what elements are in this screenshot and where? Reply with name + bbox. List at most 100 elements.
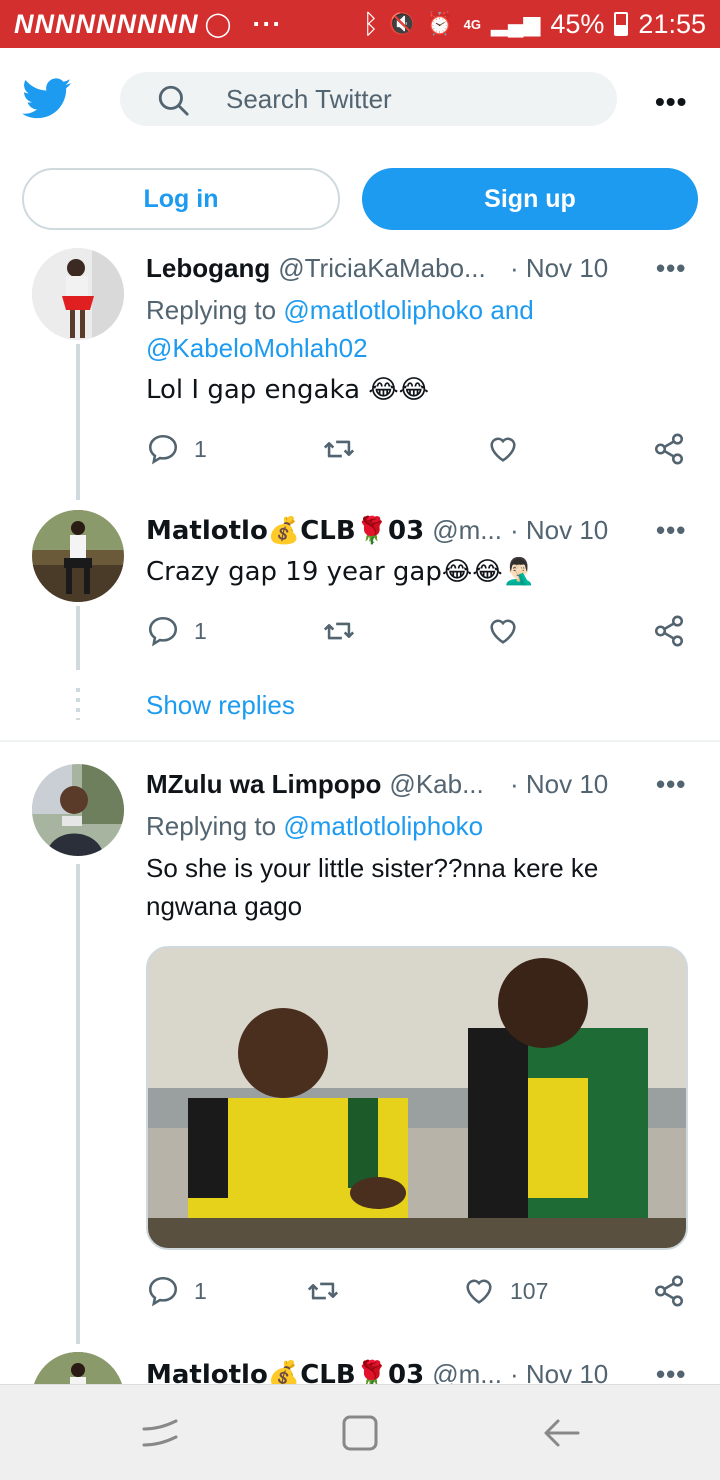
recent-apps-icon[interactable] [140, 1415, 180, 1451]
replying-prefix: Replying to [146, 295, 277, 325]
display-name[interactable]: Matlotlo💰CLB🌹03 [146, 1360, 424, 1385]
tweet-date[interactable]: · Nov 10 [510, 1359, 608, 1384]
reply-count: 1 [194, 1277, 207, 1304]
back-icon[interactable] [542, 1415, 582, 1451]
tweet-date[interactable]: · Nov 10 [510, 253, 608, 284]
heart-icon [490, 619, 516, 644]
replying-to: Replying to @matlotloliphoko and @Kabelo… [146, 291, 686, 367]
tweet-actions: 1 [146, 614, 706, 654]
more-icon[interactable]: ••• [656, 515, 686, 546]
reply-icon [148, 616, 178, 647]
share-button[interactable] [652, 614, 686, 648]
heart-icon [466, 1279, 492, 1304]
tweet-date[interactable]: · Nov 10 [510, 769, 608, 800]
share-button[interactable] [652, 1274, 686, 1308]
notification-letters: NNNNNNNNN [14, 8, 199, 39]
divider [0, 740, 720, 742]
thread-line [76, 864, 80, 1344]
notification-icons: NNNNNNNNN ◯ ··· [14, 9, 363, 40]
like-button[interactable] [486, 614, 520, 648]
auth-bar: Log in Sign up [0, 168, 720, 230]
like-button[interactable]: 107 [462, 1274, 548, 1308]
avatar[interactable] [32, 1352, 124, 1384]
tweet[interactable]: Matlotlo💰CLB🌹03 @m... · Nov 10 ••• [0, 1352, 720, 1384]
tweet-text: Crazy gap 19 year gap😂😂🤦🏻‍♂️ [146, 557, 535, 587]
whatsapp-icon: ◯ [204, 10, 233, 38]
mute-icon: 🔇 [388, 11, 417, 36]
signal-icon: ▂▄▆ [490, 11, 541, 36]
share-button[interactable] [652, 432, 686, 466]
system-navigation-bar [0, 1384, 720, 1480]
replying-to: Replying to @matlotloliphoko [146, 807, 686, 845]
avatar[interactable] [32, 248, 124, 340]
more-icon[interactable]: ••• [656, 253, 686, 284]
tweet-text: So she is your little sister??nna kere k… [146, 853, 599, 921]
battery-icon [614, 12, 629, 36]
display-name[interactable]: Matlotlo💰CLB🌹03 [146, 516, 424, 546]
search-bar[interactable]: Search Twitter [120, 72, 617, 126]
tweet-actions: 1 [146, 432, 706, 472]
more-options-icon[interactable]: ••• [655, 86, 687, 118]
display-name[interactable]: Lebogang [146, 253, 270, 284]
signup-button[interactable]: Sign up [362, 168, 698, 230]
retweet-button[interactable] [306, 1274, 340, 1308]
handle[interactable]: @Kab... [389, 769, 483, 800]
tweet-header: MZulu wa Limpopo @Kab... [146, 769, 484, 800]
like-button[interactable] [486, 432, 520, 466]
retweet-button[interactable] [322, 614, 356, 648]
login-button[interactable]: Log in [22, 168, 340, 230]
avatar[interactable] [32, 510, 124, 602]
share-icon [654, 1275, 684, 1307]
thread-line [76, 344, 80, 500]
mention-link[interactable]: @matlotloliphoko [283, 811, 483, 841]
share-icon [654, 615, 684, 647]
thread-continuation-dots [76, 688, 80, 720]
tweet-actions: 1 107 [146, 1274, 706, 1314]
retweet-icon [307, 1282, 339, 1300]
handle[interactable]: @m... [432, 1359, 502, 1384]
display-name[interactable]: MZulu wa Limpopo [146, 769, 381, 800]
reply-count: 1 [194, 617, 207, 644]
retweet-icon [323, 622, 355, 640]
bluetooth-icon: ᛒ [362, 8, 379, 39]
tweet-header: Matlotlo💰CLB🌹03 @m... [146, 515, 502, 546]
retweet-icon [323, 440, 355, 458]
heart-icon [490, 437, 516, 462]
alarm-icon: ⏰ [426, 11, 454, 36]
home-icon[interactable] [340, 1415, 380, 1451]
overflow-icon: ··· [252, 8, 283, 39]
reply-count: 1 [194, 435, 207, 462]
reply-button[interactable]: 1 [146, 614, 207, 648]
reply-button[interactable]: 1 [146, 1274, 207, 1308]
mention-link[interactable]: @KabeloMohlah02 [146, 333, 368, 363]
top-bar: Search Twitter ••• [0, 48, 720, 152]
more-icon[interactable]: ••• [656, 769, 686, 800]
more-icon[interactable]: ••• [656, 1359, 686, 1384]
reply-button[interactable]: 1 [146, 432, 207, 466]
search-placeholder: Search Twitter [226, 84, 392, 114]
mention-link[interactable]: @matlotloliphoko and [283, 295, 533, 325]
retweet-button[interactable] [322, 432, 356, 466]
tweet-media-image[interactable] [146, 946, 688, 1250]
tweet-header: Lebogang @TriciaKaMabo... [146, 253, 486, 284]
show-replies-link[interactable]: Show replies [146, 690, 295, 721]
tweet[interactable]: Lebogang @TriciaKaMabo... · Nov 10 ••• R… [0, 248, 720, 508]
clock: 21:55 [638, 8, 706, 39]
like-count: 107 [510, 1277, 549, 1304]
tweet-date[interactable]: · Nov 10 [510, 515, 608, 546]
twitter-bird-icon[interactable] [22, 78, 72, 120]
avatar[interactable] [32, 764, 124, 856]
reply-icon [148, 434, 178, 465]
reply-icon [148, 1276, 178, 1307]
network-type: 4G [463, 16, 481, 32]
handle[interactable]: @m... [432, 515, 502, 546]
battery-percent: 45% [550, 8, 605, 39]
handle[interactable]: @TriciaKaMabo... [278, 253, 486, 284]
tweet[interactable]: Matlotlo💰CLB🌹03 @m... · Nov 10 ••• Crazy… [0, 510, 720, 680]
replying-prefix: Replying to [146, 811, 277, 841]
tweet-header: Matlotlo💰CLB🌹03 @m... [146, 1359, 502, 1384]
share-icon [654, 433, 684, 465]
status-bar: NNNNNNNNN ◯ ··· ᛒ 🔇 ⏰ 4G ▂▄▆ 45% 21:55 [0, 0, 720, 48]
search-icon [158, 85, 189, 116]
tweet-text: Lol I gap engaka 😂😂 [146, 375, 430, 405]
